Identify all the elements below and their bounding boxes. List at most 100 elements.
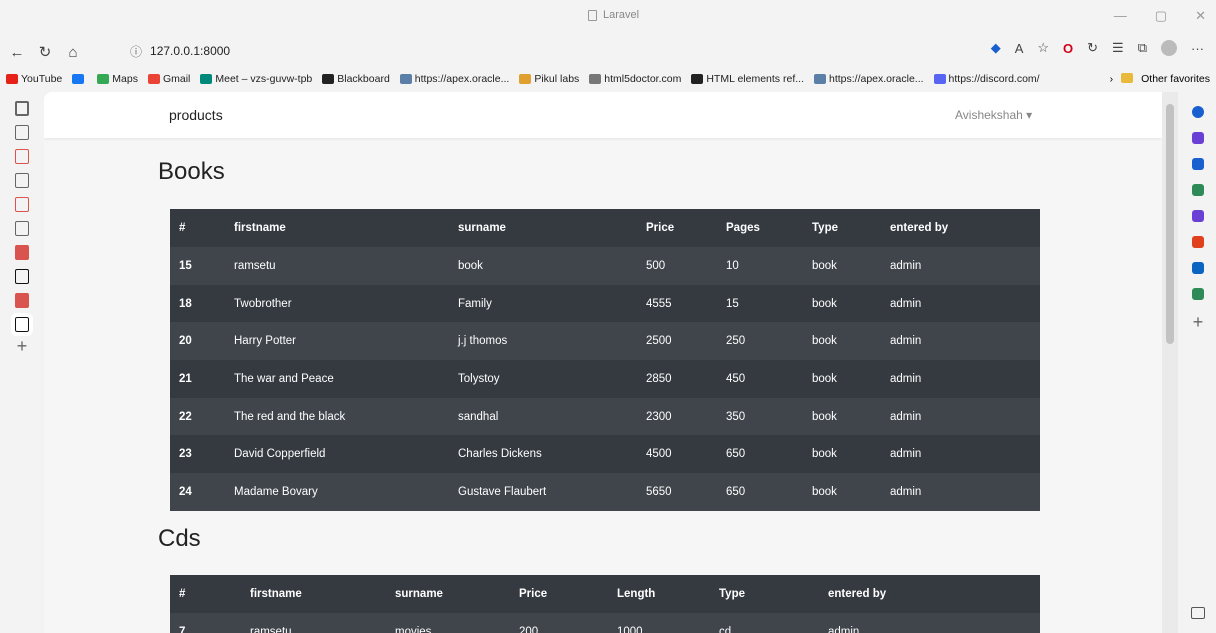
column-header[interactable]: #	[170, 575, 241, 613]
maximize-button[interactable]: ▢	[1155, 8, 1167, 24]
table-cell: The war and Peace	[225, 360, 449, 398]
info-icon[interactable]: ⓘ	[130, 43, 142, 60]
profile-avatar[interactable]	[1161, 40, 1177, 56]
favorite-star-icon[interactable]: ☆	[1037, 40, 1049, 56]
bookmark-item[interactable]: Blackboard	[322, 73, 390, 85]
table-cell: book	[803, 322, 881, 361]
tab-pdf-icon[interactable]	[15, 245, 29, 260]
table-row[interactable]: 21 The war and Peace Tolystoy 2850 450 book ad…	[170, 360, 1040, 398]
column-header[interactable]: entered by	[881, 209, 1040, 247]
column-header[interactable]: surname	[386, 575, 510, 613]
games-icon[interactable]	[1192, 210, 1204, 222]
folder-icon[interactable]	[1121, 73, 1134, 83]
refresh-extension-icon[interactable]: ↻	[1087, 40, 1098, 56]
table-cell: The red and the black	[225, 397, 449, 436]
bookmark-label: Maps	[112, 73, 138, 85]
refresh-icon[interactable]: ↻	[34, 41, 56, 63]
close-button[interactable]: ✕	[1195, 8, 1206, 24]
chevron-right-icon[interactable]: ›	[1110, 73, 1114, 85]
active-tab-icon[interactable]	[11, 313, 33, 336]
opera-icon[interactable]: O	[1063, 41, 1073, 56]
page-scrollbar[interactable]	[1162, 92, 1178, 633]
tab-pdf-icon[interactable]	[15, 197, 29, 212]
scrollbar-thumb[interactable]	[1166, 104, 1174, 344]
column-header[interactable]: Price	[637, 209, 717, 247]
bookmark-item[interactable]: Meet – vzs-guvw-tpb	[200, 73, 312, 85]
table-cell: cd	[710, 613, 819, 633]
table-cell: 500	[637, 247, 717, 285]
table-row[interactable]: 22 The red and the black sandhal 2300 350 boo…	[170, 397, 1040, 436]
tab-page-icon[interactable]	[15, 173, 29, 188]
bookmark-item[interactable]	[72, 74, 87, 84]
minimize-button[interactable]: —	[1114, 8, 1127, 24]
table-cell: 23	[170, 435, 225, 474]
new-tab-plus-icon[interactable]: +	[0, 336, 44, 357]
address-bar[interactable]: ⓘ 127.0.0.1:8000	[120, 38, 880, 64]
copilot-sparkle-icon[interactable]	[1192, 132, 1204, 144]
tools-briefcase-icon[interactable]	[1192, 184, 1204, 196]
read-aloud-icon[interactable]: A	[1015, 41, 1024, 56]
bookmark-favicon-icon	[72, 74, 85, 84]
drop-tree-icon[interactable]	[1192, 288, 1204, 300]
user-dropdown[interactable]: Avishekshah ▾	[955, 108, 1032, 122]
outlook-icon[interactable]	[1192, 262, 1204, 274]
table-cell: admin	[881, 247, 1040, 285]
bookmark-item[interactable]: https://discord.com/	[933, 73, 1040, 85]
sidebar-toggle-icon[interactable]	[1191, 607, 1205, 619]
table-cell: 4500	[637, 435, 717, 474]
column-header[interactable]: Length	[608, 575, 710, 613]
column-header[interactable]: surname	[449, 209, 637, 247]
tab-pdf-icon[interactable]	[15, 293, 29, 308]
table-row[interactable]: 24 Madame Bovary Gustave Flaubert 5650 650 bo…	[170, 473, 1040, 511]
bookmark-item[interactable]: https://apex.oracle...	[813, 73, 924, 85]
back-arrow-icon[interactable]: ←	[6, 41, 28, 63]
tab-page-icon[interactable]	[15, 221, 29, 236]
search-icon[interactable]	[1192, 106, 1204, 118]
table-cell: admin	[881, 322, 1040, 361]
bookmark-favicon-icon	[399, 74, 412, 84]
table-cell: book	[449, 247, 637, 285]
other-favorites-link[interactable]: Other favorites	[1141, 73, 1210, 85]
table-row[interactable]: 15 ramsetu book 500 10 book admin	[170, 247, 1040, 285]
bookmark-item[interactable]: YouTube	[6, 73, 62, 85]
tab-page-icon[interactable]	[15, 125, 29, 140]
column-header[interactable]: Pages	[717, 209, 803, 247]
books-table: # firstname surname Price Pages Type entered b…	[170, 209, 1040, 511]
tab-pdf-icon[interactable]	[15, 149, 29, 164]
column-header[interactable]: entered by	[819, 575, 1040, 613]
shopping-tag-icon[interactable]	[1192, 158, 1204, 170]
tab-actions-icon[interactable]	[15, 101, 29, 116]
column-header[interactable]: #	[170, 209, 225, 247]
bookmark-favicon-icon	[147, 74, 160, 84]
collections-icon[interactable]: ⧉	[1138, 40, 1147, 56]
column-header[interactable]: Type	[803, 209, 881, 247]
table-cell: book	[803, 247, 881, 285]
more-menu-icon[interactable]: ···	[1191, 41, 1204, 56]
column-header[interactable]: firstname	[241, 575, 386, 613]
table-row[interactable]: 23 David Copperfield Charles Dickens 4500 65…	[170, 435, 1040, 474]
bookmark-item[interactable]: HTML elements ref...	[691, 73, 804, 85]
home-icon[interactable]: ⌂	[62, 41, 84, 63]
bookmark-favicon-icon	[6, 74, 18, 84]
table-cell: book	[803, 435, 881, 474]
column-header[interactable]: Type	[710, 575, 819, 613]
bookmark-item[interactable]: Maps	[97, 73, 138, 85]
bookmark-label: https://discord.com/	[948, 73, 1040, 85]
favorites-list-icon[interactable]: ☰	[1112, 40, 1124, 56]
tab-page-icon[interactable]	[15, 269, 29, 284]
column-header[interactable]: Price	[510, 575, 608, 613]
office-icon[interactable]	[1192, 236, 1204, 248]
tab-title[interactable]: Laravel	[588, 9, 639, 21]
bookmark-item[interactable]: html5doctor.com	[589, 73, 681, 85]
navbar-brand[interactable]: products	[169, 107, 223, 123]
extension-tag-icon[interactable]: ◆	[991, 40, 1001, 56]
table-row[interactable]: 7 ramsetu movies 200 1000 cd admin	[170, 613, 1040, 633]
column-header[interactable]: firstname	[225, 209, 449, 247]
bookmark-item[interactable]: https://apex.oracle...	[399, 73, 509, 85]
table-row[interactable]: 18 Twobrother Family 4555 15 book admin	[170, 284, 1040, 323]
bookmark-item[interactable]: Gmail	[147, 73, 190, 85]
table-row[interactable]: 20 Harry Potter j.j thomos 2500 250 book admin	[170, 322, 1040, 361]
bookmark-item[interactable]: Pikul labs	[519, 73, 579, 85]
table-cell: admin	[881, 284, 1040, 323]
add-sidebar-plus-icon[interactable]: +	[1180, 312, 1216, 333]
